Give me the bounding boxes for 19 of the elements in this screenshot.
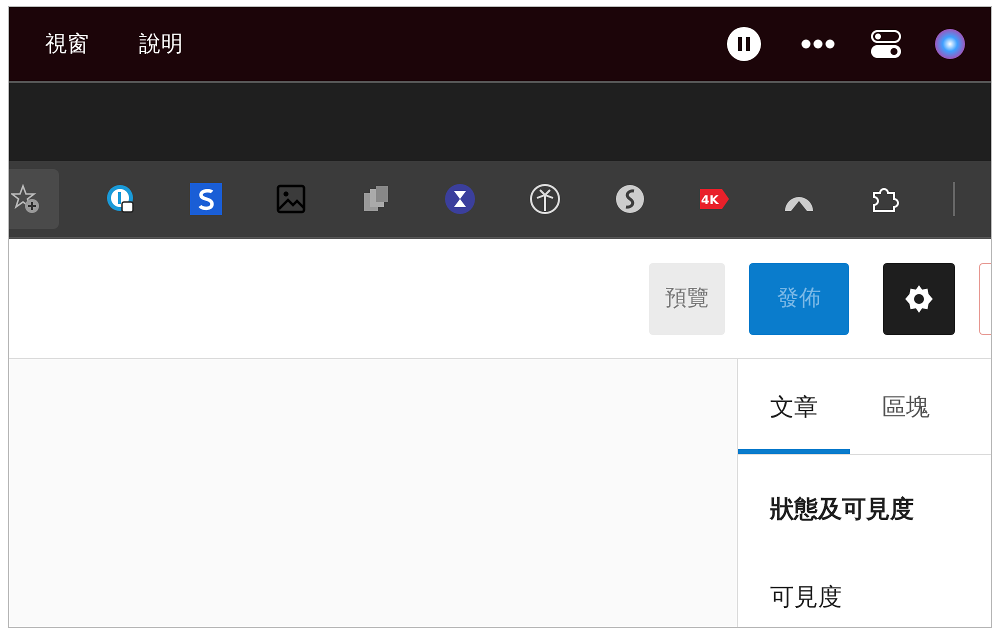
pause-icon[interactable] [727, 27, 761, 61]
bookmark-add-button[interactable] [9, 169, 59, 229]
more-icon[interactable] [801, 39, 835, 49]
star-plus-icon[interactable] [11, 184, 41, 214]
s-logo-icon[interactable] [190, 183, 222, 215]
settings-icon [904, 284, 934, 314]
sidebar-tab[interactable]: 區塊 [850, 359, 962, 454]
menu-item[interactable]: 視窗 [45, 28, 89, 60]
toggles-icon[interactable] [871, 30, 901, 58]
settings-button[interactable] [883, 262, 955, 334]
section-title: 狀態及可見度 [770, 494, 915, 525]
field-label: 可見度 [770, 582, 843, 613]
palm-tree-icon[interactable] [528, 183, 561, 215]
hourglass-icon[interactable] [444, 183, 476, 215]
orb-icon[interactable] [935, 29, 965, 59]
preview-button[interactable]: 預覽 [649, 262, 725, 334]
sidebar-tab[interactable]: 文章 [738, 359, 850, 454]
menu-item[interactable]: 說明 [139, 28, 183, 60]
s-swirl-icon[interactable] [614, 183, 646, 215]
